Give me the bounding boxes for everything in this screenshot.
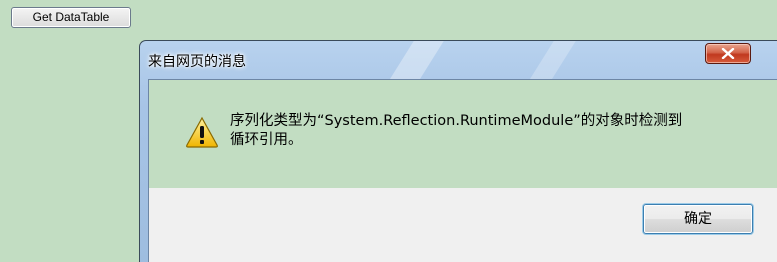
warning-icon bbox=[186, 116, 218, 148]
dialog-body: 序列化类型为“System.Reflection.RuntimeModule”的… bbox=[148, 79, 777, 262]
ok-button[interactable]: 确定 bbox=[643, 204, 753, 234]
message-line-2: 循环引用。 bbox=[230, 132, 303, 148]
dialog-titlebar[interactable]: 来自网页的消息 bbox=[140, 41, 777, 79]
message-area: 序列化类型为“System.Reflection.RuntimeModule”的… bbox=[149, 80, 777, 188]
dialog-title: 来自网页的消息 bbox=[148, 54, 246, 70]
page: Get DataTable 来自网页的消息 序列化类型为“System.Refl… bbox=[0, 0, 777, 262]
get-datatable-button[interactable]: Get DataTable bbox=[11, 7, 131, 28]
message-line-1: 序列化类型为“System.Reflection.RuntimeModule”的… bbox=[230, 113, 683, 129]
close-icon bbox=[721, 48, 735, 59]
close-button[interactable] bbox=[705, 43, 751, 64]
alert-dialog: 来自网页的消息 序列化类型为“System.Reflection.Runtime… bbox=[139, 40, 777, 262]
dialog-message: 序列化类型为“System.Reflection.RuntimeModule”的… bbox=[230, 112, 750, 150]
